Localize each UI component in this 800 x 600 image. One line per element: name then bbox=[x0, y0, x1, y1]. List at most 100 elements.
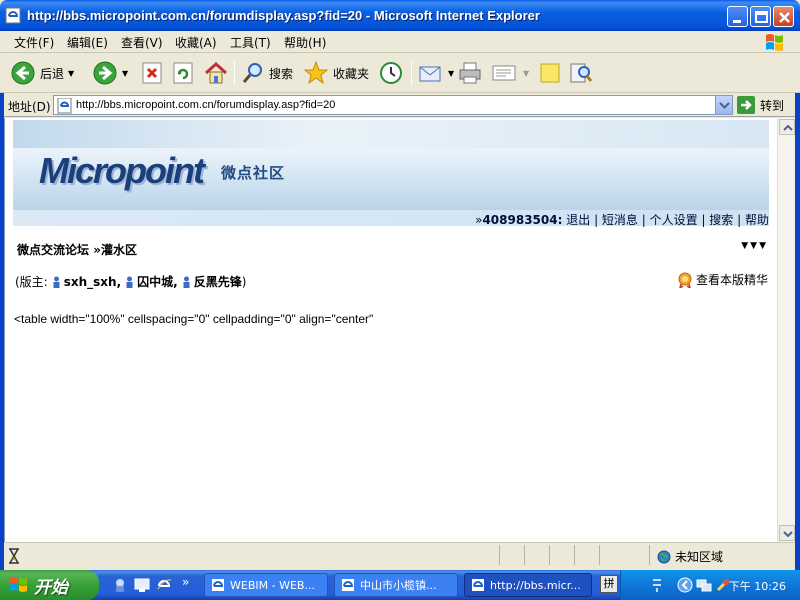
mail-dropdown-icon[interactable]: ▼ bbox=[448, 69, 454, 78]
edit-button[interactable]: ▼ bbox=[491, 59, 529, 87]
task-button-active[interactable]: http://bbs.micr... bbox=[464, 573, 592, 597]
clock[interactable]: 下午 10:26 bbox=[729, 578, 786, 594]
page-content: Micropoint 微点社区 »408983504: 退出 | 短消息 | 个… bbox=[4, 118, 780, 542]
address-label: 地址(D) bbox=[8, 100, 51, 114]
settings-link[interactable]: 个人设置 bbox=[650, 213, 698, 227]
start-button[interactable]: 开始 bbox=[0, 570, 99, 600]
arrow-down-icon bbox=[783, 531, 793, 538]
task-button[interactable]: 中山市小榄镇... bbox=[334, 573, 458, 597]
menu-view[interactable]: 查看(V) bbox=[121, 34, 163, 51]
site-logo-text: Micropoint bbox=[39, 150, 205, 191]
user-id[interactable]: 408983504: bbox=[482, 213, 562, 227]
user-icon bbox=[53, 276, 60, 288]
site-logo[interactable]: Micropoint bbox=[39, 150, 205, 192]
minimize-button[interactable] bbox=[727, 6, 748, 27]
research-icon bbox=[570, 63, 593, 83]
quicklaunch-desktop-icon[interactable] bbox=[134, 577, 150, 593]
back-dropdown-icon[interactable]: ▼ bbox=[68, 69, 74, 78]
back-button[interactable]: 后退 ▼ bbox=[10, 59, 74, 87]
breadcrumb-separator: » bbox=[93, 243, 101, 257]
address-bar: 地址(D) http://bbs.micropoint.com.cn/forum… bbox=[0, 93, 800, 117]
breadcrumb-board: 灌水区 bbox=[100, 243, 137, 257]
home-icon bbox=[204, 61, 228, 84]
messages-link[interactable]: 短消息 bbox=[602, 213, 638, 227]
tray-expand-icon[interactable] bbox=[677, 577, 693, 593]
status-pane bbox=[524, 545, 525, 565]
history-button[interactable] bbox=[378, 59, 404, 87]
discuss-button[interactable] bbox=[538, 59, 562, 87]
address-url: http://bbs.micropoint.com.cn/forumdispla… bbox=[76, 99, 336, 111]
search-label: 搜索 bbox=[269, 66, 294, 81]
menu-tools[interactable]: 工具(T) bbox=[230, 34, 271, 51]
go-button[interactable]: 转到 bbox=[737, 95, 784, 115]
search-link[interactable]: 搜索 bbox=[709, 213, 733, 227]
vertical-scrollbar[interactable] bbox=[777, 118, 795, 542]
refresh-icon bbox=[173, 62, 193, 84]
view-digest-label: 查看本版精华 bbox=[695, 273, 768, 287]
print-button[interactable] bbox=[457, 59, 483, 87]
window-frame-right bbox=[795, 93, 800, 600]
ime-options-icon[interactable] bbox=[651, 577, 663, 593]
task-button[interactable]: WEBIM - WEB... bbox=[204, 573, 328, 597]
moderator-name: sxh_sxh, bbox=[63, 274, 122, 289]
history-icon bbox=[380, 62, 402, 84]
moderator-item[interactable]: 囚中城, bbox=[125, 273, 178, 290]
close-icon bbox=[779, 12, 790, 23]
user-icon bbox=[126, 276, 133, 288]
user-links: »408983504: 退出 | 短消息 | 个人设置 | 搜索 | 帮助 bbox=[475, 213, 769, 227]
banner-top-band bbox=[13, 120, 769, 148]
start-label: 开始 bbox=[34, 577, 68, 598]
address-dropdown-button[interactable] bbox=[715, 96, 732, 114]
menu-bar: 文件(F) 编辑(E) 查看(V) 收藏(A) 工具(T) 帮助(H) bbox=[0, 31, 800, 53]
refresh-button[interactable] bbox=[172, 59, 194, 87]
view-digest-link[interactable]: 查看本版精华 bbox=[677, 271, 768, 288]
mail-button[interactable]: ▼ bbox=[418, 59, 454, 87]
system-tray: 下午 10:26 bbox=[620, 570, 800, 600]
ime-mode-icon[interactable]: 拼 bbox=[600, 575, 618, 593]
status-pane bbox=[574, 545, 575, 565]
hourglass-icon bbox=[9, 548, 19, 564]
raw-html-text: <table width="100%" cellspacing="0" cell… bbox=[14, 312, 374, 326]
search-button[interactable]: 搜索 bbox=[241, 59, 293, 87]
forward-arrow-icon bbox=[93, 61, 117, 85]
scroll-up-button[interactable] bbox=[779, 119, 795, 135]
maximize-icon bbox=[755, 11, 768, 23]
network-icon[interactable] bbox=[696, 577, 712, 593]
title-bar[interactable]: http://bbs.micropoint.com.cn/forumdispla… bbox=[0, 0, 800, 31]
menu-edit[interactable]: 编辑(E) bbox=[67, 34, 108, 51]
menu-favorites[interactable]: 收藏(A) bbox=[175, 34, 217, 51]
edit-dropdown-icon[interactable]: ▼ bbox=[523, 69, 529, 78]
arrow-up-icon bbox=[783, 124, 793, 131]
ie-task-icon bbox=[342, 579, 354, 591]
stop-button[interactable] bbox=[141, 59, 163, 87]
user-bar: »408983504: 退出 | 短消息 | 个人设置 | 搜索 | 帮助 bbox=[13, 210, 769, 227]
help-link[interactable]: 帮助 bbox=[745, 213, 769, 227]
address-input[interactable]: http://bbs.micropoint.com.cn/forumdispla… bbox=[53, 95, 733, 115]
ie-page-icon bbox=[5, 7, 21, 24]
security-zone[interactable]: 未知区域 bbox=[657, 548, 723, 565]
moderator-item[interactable]: sxh_sxh, bbox=[52, 275, 121, 289]
logout-link[interactable]: 退出 bbox=[566, 213, 590, 227]
scroll-down-button[interactable] bbox=[779, 525, 795, 541]
favorites-button[interactable]: 收藏夹 bbox=[303, 59, 369, 87]
quicklaunch-overflow-icon[interactable]: » bbox=[182, 575, 189, 589]
breadcrumb-forum-link[interactable]: 微点交流论坛 bbox=[17, 243, 89, 257]
board-menu-toggle-icon[interactable]: ▼▼▼ bbox=[741, 241, 768, 251]
maximize-button[interactable] bbox=[750, 6, 771, 27]
home-button[interactable] bbox=[203, 59, 229, 87]
breadcrumb: 微点交流论坛 »灌水区 bbox=[17, 241, 137, 258]
forward-button[interactable]: ▼ bbox=[92, 59, 128, 87]
quicklaunch-agent-icon[interactable] bbox=[112, 577, 128, 593]
windows-logo-icon bbox=[766, 34, 783, 51]
status-pane bbox=[499, 545, 500, 565]
close-button[interactable] bbox=[773, 6, 794, 27]
research-button[interactable] bbox=[568, 59, 594, 87]
moderator-item[interactable]: 反黑先锋 bbox=[182, 273, 242, 290]
forward-dropdown-icon[interactable]: ▼ bbox=[122, 69, 128, 78]
quicklaunch-ie-icon[interactable] bbox=[156, 577, 172, 593]
status-pane bbox=[649, 545, 650, 565]
menu-help[interactable]: 帮助(H) bbox=[284, 34, 326, 51]
ie-task-icon bbox=[472, 579, 484, 591]
menu-file[interactable]: 文件(F) bbox=[14, 34, 54, 51]
ie-task-icon bbox=[212, 579, 224, 591]
